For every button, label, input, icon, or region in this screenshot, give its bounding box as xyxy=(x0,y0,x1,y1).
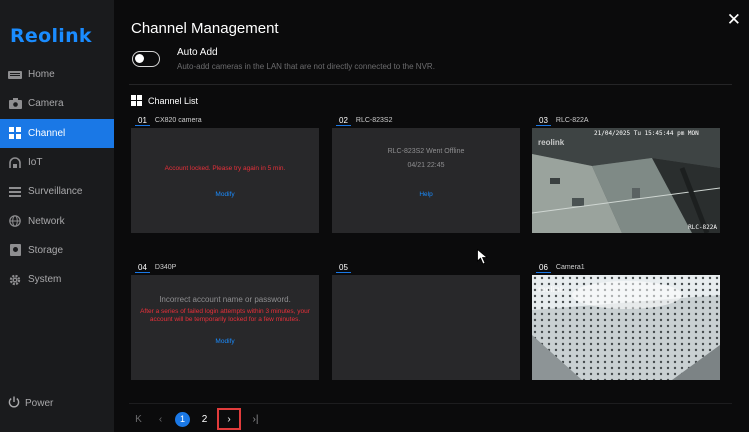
last-page-button[interactable]: ›| xyxy=(248,412,263,427)
channel-header: 05 xyxy=(336,261,356,273)
channel-name: D340P xyxy=(154,263,177,271)
reolink-logo: Reolink xyxy=(10,25,92,47)
auto-add-toggle[interactable] xyxy=(132,51,160,67)
pagination: K ‹ 1 2 › ›| xyxy=(131,408,270,430)
channel-preview: Incorrect account name or password. Afte… xyxy=(131,275,319,380)
divider xyxy=(129,84,732,85)
offline-message: RLC-823S2 Went Offline xyxy=(387,148,465,155)
sidebar-item-label: Camera xyxy=(28,98,64,110)
camera-osd-name: RLC-822A xyxy=(688,224,717,231)
sidebar-item-label: Network xyxy=(28,215,65,227)
camera-watermark: reolink xyxy=(538,138,565,147)
divider xyxy=(129,403,732,404)
main-panel: Channel Management ✕ Auto Add Auto-add c… xyxy=(114,0,749,432)
sidebar-item-home[interactable]: Home xyxy=(0,60,114,89)
nav-menu: Home Camera Channel IoT Surveillance Net… xyxy=(0,60,114,294)
lockout-warning: After a series of failed login attempts … xyxy=(140,308,310,323)
channel-preview-empty xyxy=(332,275,520,380)
channel-card-06[interactable]: 06 Camera1 reolink xyxy=(532,261,720,386)
camera-watermark: reolink xyxy=(538,285,565,294)
network-icon xyxy=(8,215,22,227)
sidebar-item-iot[interactable]: IoT xyxy=(0,148,114,177)
channel-list-label: Channel List xyxy=(148,95,199,106)
offline-timestamp: 04/21 22:45 xyxy=(407,162,445,169)
channel-card-04[interactable]: 04 D340P Incorrect account name or passw… xyxy=(131,261,319,386)
page-1-button[interactable]: 1 xyxy=(175,411,190,427)
camera-feed-image: 21/04/2025 Tu 15:45:44 pm MON reolink RL… xyxy=(532,128,720,233)
page-2-button[interactable]: 2 xyxy=(197,412,212,427)
error-message: Account locked. Please try again in 5 mi… xyxy=(164,165,286,172)
storage-icon xyxy=(8,244,22,257)
power-button[interactable]: Power xyxy=(8,396,53,411)
sidebar-item-label: Home xyxy=(28,69,55,81)
channel-list-header: Channel List xyxy=(131,95,198,106)
sidebar-item-camera[interactable]: Camera xyxy=(0,89,114,118)
grid-icon xyxy=(131,95,142,106)
channel-card-03[interactable]: 03 RLC-822A 21/04/2025 Tu 15:45:44 pm MO… xyxy=(532,114,720,239)
channel-icon xyxy=(8,127,22,140)
channel-number: 01 xyxy=(135,115,150,126)
sidebar-item-channel[interactable]: Channel xyxy=(0,118,114,148)
channel-header: 02 RLC-823S2 xyxy=(336,114,392,126)
channel-header: 06 Camera1 xyxy=(536,261,585,273)
channel-number: 06 xyxy=(536,262,551,273)
system-icon xyxy=(8,274,22,286)
sidebar-item-network[interactable]: Network xyxy=(0,206,114,235)
channel-card-05[interactable]: 05 xyxy=(332,261,520,386)
channel-name: CX820 camera xyxy=(154,116,202,124)
sidebar-item-label: IoT xyxy=(28,157,43,169)
auto-add-label: Auto Add xyxy=(177,47,218,58)
channel-name: Camera1 xyxy=(555,263,585,271)
channel-number: 05 xyxy=(336,262,351,273)
modify-link[interactable]: Modify xyxy=(131,191,319,198)
camera-feed-image: reolink xyxy=(532,275,720,380)
channel-preview: RLC-823S2 Went Offline 04/21 22:45 Help xyxy=(332,128,520,233)
channel-header: 03 RLC-822A xyxy=(536,114,589,126)
surveillance-icon xyxy=(8,186,22,198)
home-icon xyxy=(8,69,22,81)
sidebar: Reolink Home Camera Channel IoT Surveill… xyxy=(0,0,114,432)
first-page-button[interactable]: K xyxy=(131,412,146,427)
sidebar-item-storage[interactable]: Storage xyxy=(0,236,114,265)
prev-page-button[interactable]: ‹ xyxy=(153,412,168,427)
camera-osd-timestamp: 21/04/2025 Tu 15:45:44 pm MON xyxy=(594,130,699,137)
close-icon[interactable]: ✕ xyxy=(727,11,741,28)
iot-icon xyxy=(8,156,22,169)
modify-link[interactable]: Modify xyxy=(131,338,319,345)
error-message: Incorrect account name or password. xyxy=(159,295,291,304)
camera-icon xyxy=(8,98,22,110)
sidebar-item-label: System xyxy=(28,274,62,286)
help-link[interactable]: Help xyxy=(332,191,520,198)
power-icon xyxy=(8,396,20,411)
channel-number: 03 xyxy=(536,115,551,126)
sidebar-item-label: Surveillance xyxy=(28,186,83,198)
mouse-cursor-icon xyxy=(477,249,488,265)
channel-name: RLC-822A xyxy=(555,116,589,124)
channel-preview: Account locked. Please try again in 5 mi… xyxy=(131,128,319,233)
sidebar-item-label: Channel xyxy=(28,127,66,139)
channel-name: RLC-823S2 xyxy=(355,116,393,124)
page-title: Channel Management xyxy=(131,20,279,37)
auto-add-description: Auto-add cameras in the LAN that are not… xyxy=(177,62,435,71)
channel-card-02[interactable]: 02 RLC-823S2 RLC-823S2 Went Offline 04/2… xyxy=(332,114,520,239)
sidebar-item-system[interactable]: System xyxy=(0,265,114,294)
next-page-button[interactable]: › xyxy=(217,408,241,430)
sidebar-item-surveillance[interactable]: Surveillance xyxy=(0,177,114,206)
channel-number: 04 xyxy=(135,262,150,273)
channel-header: 01 CX820 camera xyxy=(135,114,202,126)
toggle-knob xyxy=(135,54,144,63)
channel-header: 04 D340P xyxy=(135,261,176,273)
sidebar-item-label: Storage xyxy=(28,244,64,256)
channel-number: 02 xyxy=(336,115,351,126)
channel-card-01[interactable]: 01 CX820 camera Account locked. Please t… xyxy=(131,114,319,239)
power-label: Power xyxy=(25,398,54,409)
